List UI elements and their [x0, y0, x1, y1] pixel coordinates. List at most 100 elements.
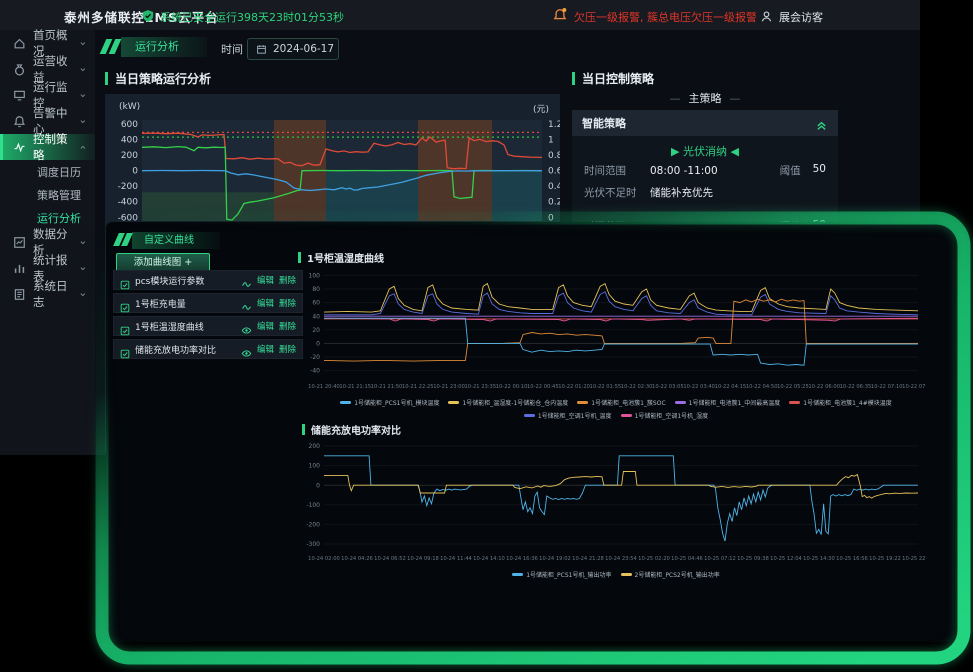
edit-link[interactable]: 编辑 [257, 297, 274, 309]
svg-text:-100: -100 [306, 502, 320, 509]
delete-link[interactable]: 删除 [279, 274, 296, 286]
svg-text:200: 200 [309, 443, 321, 450]
left-section-title: 当日策略运行分析 [115, 70, 211, 87]
shield-icon [141, 8, 155, 22]
check-square-icon[interactable] [120, 321, 130, 331]
svg-text:-40: -40 [310, 368, 320, 375]
alarm-icon [13, 115, 26, 128]
topbar: 泰州多储联控EMS云平台 系统已安全运行398天23时01分53秒 欠压一级报警… [0, 0, 920, 30]
svg-text:0: 0 [132, 167, 138, 177]
curve-icon[interactable] [241, 275, 252, 286]
sidebar-item[interactable]: 控制策略 [0, 134, 95, 160]
svg-text:80: 80 [312, 286, 320, 293]
curve-list-row[interactable]: 1号柜温湿度曲线 编辑删除 [113, 316, 303, 336]
svg-text:10-22 06:35: 10-22 06:35 [840, 384, 872, 390]
legend-item[interactable]: 2号储能柜_PCS2号机_输出功率 [621, 570, 720, 579]
legend-item[interactable]: 1号储能柜_电池簇1_簇SOC [577, 398, 665, 407]
curve-icon[interactable] [241, 298, 252, 309]
accent-bar [572, 72, 575, 85]
threshold-group: 阈值50 [780, 163, 826, 178]
accent-bar [105, 72, 108, 85]
mode-arrow-left: ▶ [671, 145, 679, 158]
svg-text:10-22 04:15: 10-22 04:15 [715, 384, 747, 390]
user-name[interactable]: 展会访客 [779, 9, 823, 25]
svg-text:100: 100 [309, 273, 321, 280]
legend-marker [789, 401, 800, 404]
svg-text:10-24 21:28: 10-24 21:28 [572, 556, 604, 562]
accent-bar [302, 424, 305, 435]
legend-label: 1号储能柜_电池簇1_4#模块温度 [803, 398, 891, 407]
svg-text:10-25 07:12: 10-25 07:12 [704, 556, 736, 562]
accent-bar [298, 252, 301, 263]
svg-text:100: 100 [309, 463, 321, 470]
power-compare-legend: 1号储能柜_PCS1号机_输出功率 2号储能柜_PCS2号机_输出功率 [306, 570, 926, 579]
svg-text:10-24 19:02: 10-24 19:02 [539, 556, 571, 562]
svg-text:10-24 14:10: 10-24 14:10 [473, 556, 505, 562]
svg-text:10-22 00:45: 10-22 00:45 [527, 384, 559, 390]
eye-icon[interactable] [241, 321, 252, 332]
strategy-run-chart[interactable]: 6004002000-200-400-6001.210.80.60.40.20 [105, 94, 560, 240]
svg-text:10-22 02:30: 10-22 02:30 [621, 384, 653, 390]
svg-text:0.2: 0.2 [548, 198, 560, 208]
svg-text:10-25 19:22: 10-25 19:22 [869, 556, 901, 562]
svg-text:10-25 22:00: 10-25 22:00 [902, 556, 926, 562]
svg-text:1.2: 1.2 [548, 120, 560, 130]
chart-canvas: 100806040200-20-4010-21 20:4010-21 21:15… [306, 266, 926, 396]
strategy-icon [13, 141, 26, 154]
check-square-icon[interactable] [120, 298, 130, 308]
legend-item[interactable]: 1号储能柜_PCS1号机_输出功率 [512, 570, 611, 579]
svg-text:0.4: 0.4 [548, 182, 560, 192]
temp-humidity-legend: 1号储能柜_PCS1号机_模块温度 1号储能柜_温湿度-1号储能仓_仓内温度 1号储… [306, 398, 926, 420]
power-compare-chart[interactable]: 2001000-100-200-30010-24 02:0010-24 04:2… [306, 438, 926, 572]
smart-strategy-title: 智能策略 [582, 115, 626, 131]
curve-list-row[interactable]: 储能充放电功率对比编辑删除 [113, 339, 303, 359]
tab-run-analysis[interactable]: 运行分析 [121, 37, 207, 57]
legend-marker [675, 401, 686, 404]
sidebar-menu: 首页概况运营收益运行监控告警中心控制策略调度日历策略管理运行分析数据分析统计报表… [0, 30, 95, 455]
sidebar-item[interactable]: 系统日志 [0, 281, 95, 307]
edit-link[interactable]: 编辑 [257, 343, 274, 355]
temp-humidity-chart-title: 1号柜温湿度曲线 [307, 250, 384, 265]
svg-text:60: 60 [312, 300, 320, 307]
svg-text:10-21 23:00: 10-21 23:00 [433, 384, 465, 390]
double-chevron-up-icon[interactable] [815, 117, 828, 130]
svg-text:10-22 03:05: 10-22 03:05 [652, 384, 684, 390]
curve-list-row[interactable]: 1号柜充电量编辑删除 [113, 293, 303, 313]
alert-marquee[interactable]: 欠压一级报警, 簇总电压欠压一级报警, 簇SO [574, 9, 756, 25]
svg-text:0.8: 0.8 [548, 151, 560, 161]
strategy-row: 时间范围08:00 -11:00阈值50 [572, 159, 838, 181]
check-square-icon[interactable] [120, 344, 130, 354]
curve-list-row[interactable]: pcs模块运行参数编辑删除 [113, 270, 303, 290]
legend-marker [340, 401, 351, 404]
mode-arrow-right: ◀ [731, 145, 739, 158]
svg-text:-200: -200 [306, 522, 320, 529]
alert-bell-icon[interactable] [552, 7, 568, 23]
sidebar-subitem[interactable]: 策略管理 [0, 183, 95, 206]
legend-item[interactable]: 1号储能柜_空调1号机_湿度 [621, 411, 709, 420]
user-icon[interactable] [760, 8, 773, 21]
chart-canvas: 6004002000-200-400-6001.210.80.60.40.20 [105, 94, 560, 236]
edit-link[interactable]: 编辑 [257, 320, 274, 332]
legend-item[interactable]: 1号储能柜_电池簇1_4#模块温度 [789, 398, 891, 407]
time-label: 时间 [221, 41, 243, 57]
delete-link[interactable]: 删除 [279, 343, 296, 355]
tab-custom-curve[interactable]: 自定义曲线 [132, 232, 220, 249]
sidebar-subitem[interactable]: 调度日历 [0, 160, 95, 183]
edit-link[interactable]: 编辑 [257, 274, 274, 286]
legend-item[interactable]: 1号储能柜_PCS1号机_模块温度 [340, 398, 439, 407]
smart-strategy-header[interactable]: 智能策略 [572, 110, 838, 136]
legend-item[interactable]: 1号储能柜_电池簇1_中间最高温度 [675, 398, 781, 407]
date-picker[interactable]: 2024-06-17 [247, 38, 339, 60]
legend-item[interactable]: 1号储能柜_温湿度-1号储能仓_仓内温度 [448, 398, 568, 407]
delete-link[interactable]: 删除 [279, 297, 296, 309]
check-square-icon[interactable] [120, 275, 130, 285]
svg-text:0: 0 [316, 341, 320, 348]
temp-humidity-chart[interactable]: 100806040200-20-4010-21 20:4010-21 21:15… [306, 266, 926, 400]
eye-icon[interactable] [241, 344, 252, 355]
svg-text:-20: -20 [310, 354, 320, 361]
strategy-row: 光伏不足时储能补充优先 [572, 181, 838, 203]
svg-text:10-22 07:10: 10-22 07:10 [871, 384, 903, 390]
legend-item[interactable]: 1号储能柜_空调1号机_温度 [524, 411, 612, 420]
delete-link[interactable]: 删除 [279, 320, 296, 332]
curve-name: 1号柜温湿度曲线 [135, 320, 236, 333]
